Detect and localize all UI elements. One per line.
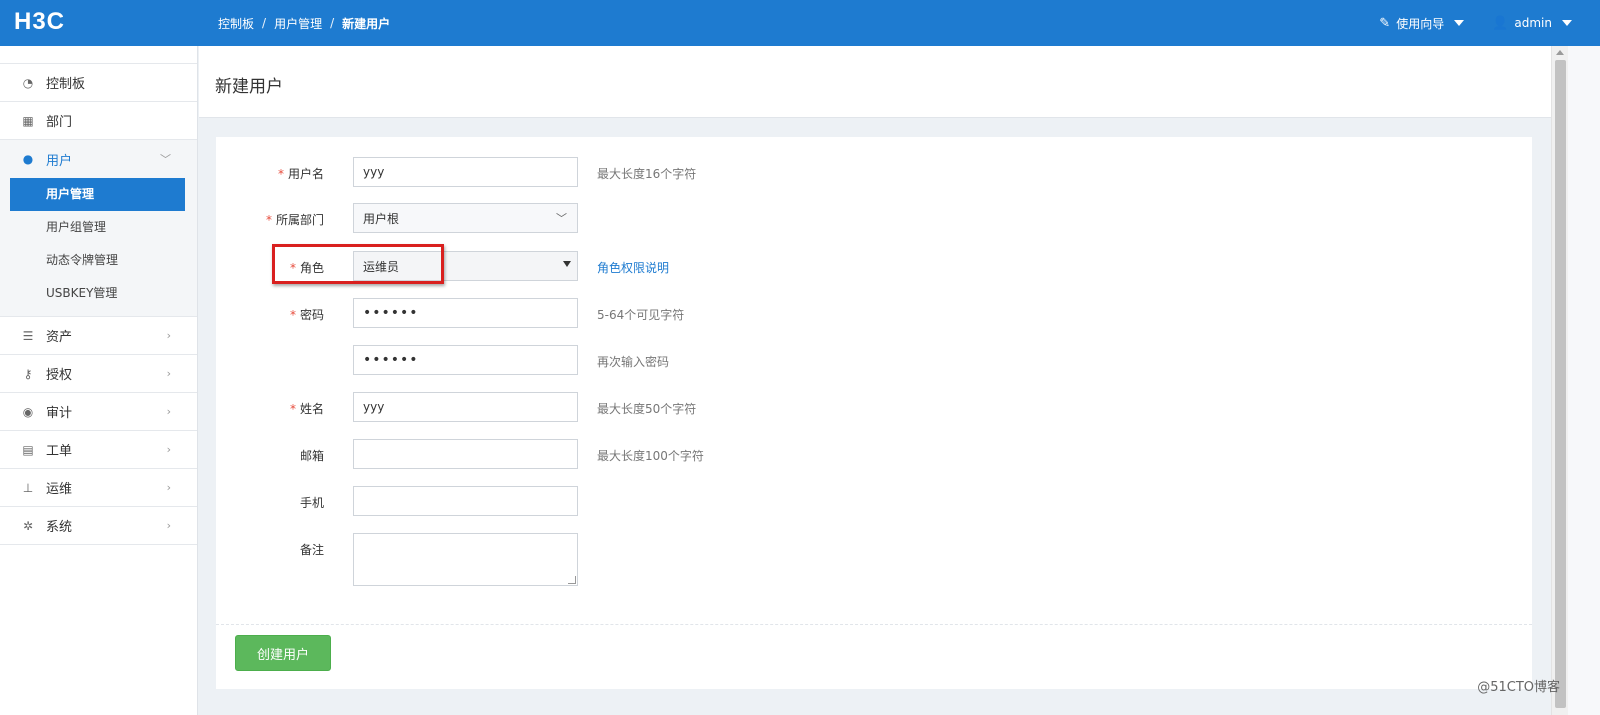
sidebar-item-label: 控制板 bbox=[46, 77, 86, 92]
sidebar-item-label: 运维 bbox=[46, 482, 73, 497]
password-label: * 密码 bbox=[289, 308, 324, 322]
guide-label: 使用向导 bbox=[1396, 16, 1445, 31]
scroll-up-icon[interactable] bbox=[1556, 50, 1564, 55]
name-input[interactable]: yyy bbox=[353, 392, 578, 422]
sidebar-subitem-user-management[interactable]: 用户管理 bbox=[10, 178, 185, 211]
sidebar: ◔ 控制板 ▦ 部门 ● 用户 ﹀ 用户管理 用户组管理 动态令牌管理 USBK… bbox=[0, 46, 198, 715]
page-header: 新建用户 bbox=[199, 46, 1551, 118]
sidebar-item-dashboard[interactable]: ◔ 控制板 bbox=[0, 64, 197, 102]
required-mark: * bbox=[265, 213, 272, 227]
chevron-down-icon: ﹀ bbox=[556, 212, 567, 225]
top-bar: H3C 控制板 / 用户管理 / 新建用户 ✎ 使用向导 👤 admin bbox=[0, 0, 1600, 46]
user-icon: 👤 bbox=[1492, 15, 1509, 31]
breadcrumb-separator: / bbox=[262, 16, 267, 30]
watermark: @51CTO博客 bbox=[1477, 680, 1560, 695]
department-select-value: 用户根 bbox=[363, 211, 400, 226]
sidebar-spacer bbox=[0, 46, 197, 64]
breadcrumb-user-management[interactable]: 用户管理 bbox=[274, 15, 322, 32]
sidebar-item-ticket[interactable]: ▤ 工单 › bbox=[0, 431, 197, 469]
magic-wand-icon: ✎ bbox=[1379, 15, 1391, 31]
email-input[interactable] bbox=[353, 439, 578, 469]
form-card: * 用户名 yyy 最大长度16个字符 * 所属部门 用户根 ﹀ * 角色 运维员 角… bbox=[216, 137, 1532, 689]
password-hint: 5-64个可见字符 bbox=[597, 308, 685, 322]
key-icon: ⚷ bbox=[23, 366, 33, 381]
role-highlight-annotation bbox=[272, 244, 444, 284]
vertical-scrollbar[interactable] bbox=[1551, 46, 1568, 715]
chevron-right-icon: › bbox=[166, 443, 171, 456]
sidebar-subitem-dynamic-token[interactable]: 动态令牌管理 bbox=[0, 244, 197, 277]
form-footer: 创建用户 bbox=[216, 624, 1532, 689]
sidebar-item-department[interactable]: ▦ 部门 bbox=[0, 102, 197, 140]
user-submenu: 用户管理 用户组管理 动态令牌管理 USBKEY管理 bbox=[0, 178, 197, 317]
chevron-right-icon: › bbox=[166, 519, 171, 532]
top-right-menu: ✎ 使用向导 👤 admin bbox=[1351, 0, 1572, 46]
chevron-right-icon: › bbox=[166, 367, 171, 380]
chevron-right-icon: › bbox=[166, 329, 171, 342]
password-input[interactable]: •••••• bbox=[353, 298, 578, 328]
note-label: 备注 bbox=[299, 543, 324, 557]
chevron-right-icon: › bbox=[166, 481, 171, 494]
sidebar-item-authorization[interactable]: ⚷ 授权 › bbox=[0, 355, 197, 393]
scrollbar-thumb[interactable] bbox=[1555, 60, 1566, 708]
sidebar-item-label: 部门 bbox=[46, 115, 73, 130]
user-icon: ● bbox=[22, 152, 34, 166]
department-label: * 所属部门 bbox=[265, 213, 324, 227]
caret-down-icon bbox=[563, 261, 571, 267]
password-confirm-hint: 再次输入密码 bbox=[597, 355, 670, 369]
sidebar-item-system[interactable]: ✲ 系统 › bbox=[0, 507, 197, 545]
sidebar-subitem-usbkey[interactable]: USBKEY管理 bbox=[0, 277, 197, 310]
department-select[interactable]: 用户根 ﹀ bbox=[353, 203, 578, 233]
resize-handle-icon[interactable] bbox=[568, 576, 576, 584]
sidebar-item-label: 系统 bbox=[46, 520, 73, 535]
name-hint: 最大长度50个字符 bbox=[597, 402, 697, 416]
sidebar-item-label: 用户 bbox=[46, 153, 73, 169]
phone-input[interactable] bbox=[353, 486, 578, 516]
grid-icon: ▦ bbox=[22, 113, 34, 128]
dashboard-icon: ◔ bbox=[22, 75, 34, 90]
right-margin bbox=[1568, 46, 1600, 715]
chevron-down-icon: ﹀ bbox=[160, 153, 171, 166]
user-menu[interactable]: 👤 admin bbox=[1492, 16, 1572, 31]
username-label: * 用户名 bbox=[277, 167, 324, 181]
document-icon: ▤ bbox=[22, 442, 34, 457]
user-label: admin bbox=[1514, 16, 1552, 30]
name-label: * 姓名 bbox=[289, 402, 324, 416]
username-hint: 最大长度16个字符 bbox=[597, 167, 697, 181]
guide-menu[interactable]: ✎ 使用向导 bbox=[1379, 15, 1465, 32]
sidebar-item-label: 工单 bbox=[46, 444, 73, 459]
required-mark: * bbox=[289, 308, 296, 322]
breadcrumb-dashboard[interactable]: 控制板 bbox=[218, 15, 254, 32]
password-confirm-input[interactable]: •••••• bbox=[353, 345, 578, 375]
sidebar-item-user[interactable]: ● 用户 ﹀ bbox=[0, 140, 197, 178]
email-hint: 最大长度100个字符 bbox=[597, 449, 704, 463]
phone-label: 手机 bbox=[299, 496, 324, 510]
breadcrumb-separator: / bbox=[330, 16, 335, 30]
breadcrumb: 控制板 / 用户管理 / 新建用户 bbox=[218, 0, 390, 46]
required-mark: * bbox=[277, 167, 284, 181]
required-mark: * bbox=[289, 402, 296, 416]
sidebar-subitem-user-group[interactable]: 用户组管理 bbox=[0, 211, 197, 244]
note-textarea[interactable] bbox=[353, 533, 578, 586]
role-permission-link[interactable]: 角色权限说明 bbox=[597, 259, 669, 276]
chevron-right-icon: › bbox=[166, 405, 171, 418]
sidebar-item-assets[interactable]: ☰ 资产 › bbox=[0, 317, 197, 355]
sidebar-item-label: 资产 bbox=[46, 330, 73, 345]
sidebar-item-label: 授权 bbox=[46, 368, 73, 383]
email-label: 邮箱 bbox=[299, 449, 324, 463]
breadcrumb-current: 新建用户 bbox=[342, 16, 391, 31]
sidebar-item-operations[interactable]: ⊥ 运维 › bbox=[0, 469, 197, 507]
page-title: 新建用户 bbox=[215, 77, 283, 97]
sidebar-item-label: 审计 bbox=[46, 406, 73, 421]
eye-icon: ◉ bbox=[22, 404, 34, 419]
caret-down-icon bbox=[1454, 20, 1465, 26]
caret-down-icon bbox=[1562, 20, 1572, 26]
sidebar-item-audit[interactable]: ◉ 审计 › bbox=[0, 393, 197, 431]
create-user-button[interactable]: 创建用户 bbox=[235, 635, 331, 671]
sitemap-icon: ⊥ bbox=[22, 480, 34, 495]
gear-icon: ✲ bbox=[22, 518, 34, 533]
username-input[interactable]: yyy bbox=[353, 157, 578, 187]
logo[interactable]: H3C bbox=[0, 0, 200, 46]
list-icon: ☰ bbox=[22, 328, 34, 343]
